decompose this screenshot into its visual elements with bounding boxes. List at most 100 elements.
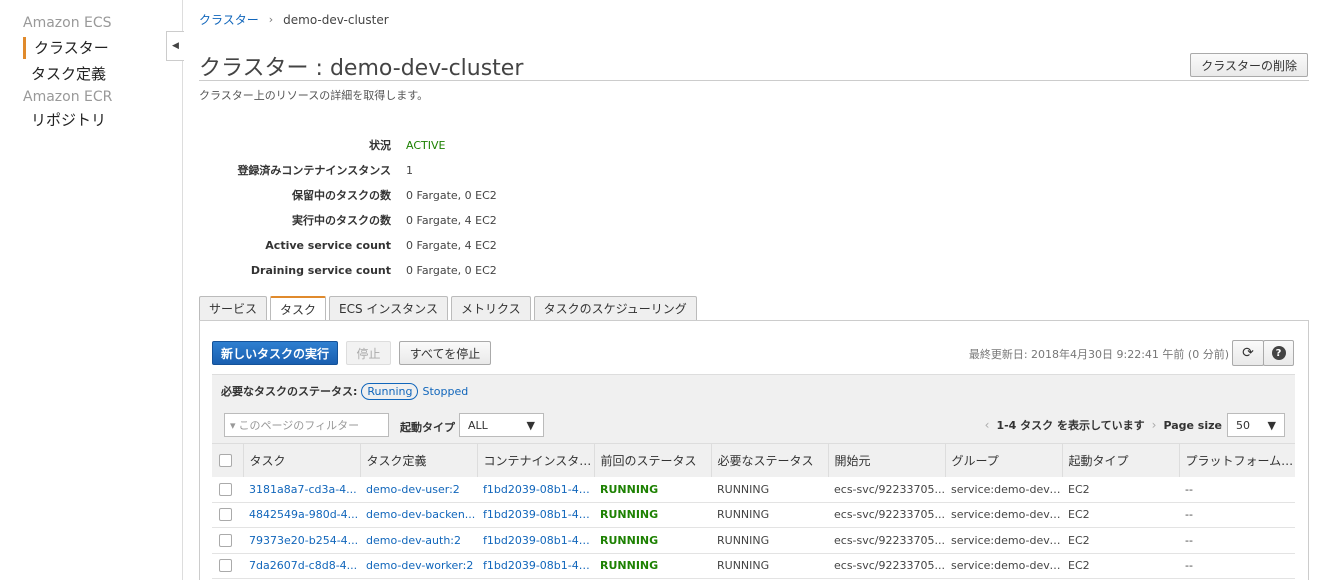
launch-type-cell: EC2: [1062, 527, 1179, 554]
tab-bar: サービス タスク ECS インスタンス メトリクス タスクのスケジューリング: [199, 296, 697, 321]
sidebar-item-clusters[interactable]: クラスター: [23, 37, 182, 59]
sidebar-group-ecr: Amazon ECR: [23, 89, 113, 105]
launch-type-select[interactable]: ALL ▼: [459, 413, 544, 437]
column-header-desired-status[interactable]: 必要なステータス: [710, 443, 828, 477]
last-status-cell: RUNNING: [594, 476, 711, 503]
detail-row-status: 状況 ACTIVE: [199, 137, 699, 153]
table-header-row: タスク タスク定義 コンテナインスタ… 前回のステータス 必要なステータス 開始…: [212, 443, 1295, 477]
desired-status-cell: RUNNING: [711, 502, 828, 528]
detail-value: 0 Fargate, 0 EC2: [406, 263, 497, 277]
sidebar-item-repositories[interactable]: リポジトリ: [0, 109, 182, 131]
row-checkbox[interactable]: [219, 508, 232, 522]
launch-type-label: 起動タイプ: [400, 421, 455, 434]
tab-tasks[interactable]: タスク: [270, 296, 327, 321]
stop-button[interactable]: 停止: [346, 341, 391, 365]
column-header-task-definition[interactable]: タスク定義: [359, 443, 477, 477]
container-instance-link[interactable]: f1bd2039-08b1-40...: [477, 502, 594, 528]
container-instance-link[interactable]: f1bd2039-08b1-40...: [477, 527, 594, 554]
select-all-cell: [212, 443, 243, 477]
task-id-link[interactable]: 4842549a-980d-4...: [243, 502, 360, 528]
tab-scheduled-tasks[interactable]: タスクのスケジューリング: [533, 296, 697, 320]
task-definition-link[interactable]: demo-dev-user:2: [360, 476, 477, 503]
tab-metrics[interactable]: メトリクス: [450, 296, 531, 320]
sidebar-collapse-button[interactable]: ◀: [166, 31, 184, 61]
title-divider: [199, 80, 1309, 81]
select-all-checkbox[interactable]: [219, 453, 232, 467]
status-stopped-filter[interactable]: Stopped: [422, 385, 468, 398]
next-page-icon[interactable]: ›: [1152, 418, 1157, 432]
desired-status-cell: RUNNING: [711, 527, 828, 554]
sidebar: Amazon ECS クラスター タスク定義 Amazon ECR リポジトリ …: [0, 0, 184, 580]
task-definition-link[interactable]: demo-dev-worker:2: [360, 553, 477, 579]
sidebar-item-task-definitions[interactable]: タスク定義: [0, 63, 182, 85]
detail-label: 登録済みコンテナインスタンス: [237, 164, 391, 177]
table-row: 4842549a-980d-4... demo-dev-backen... f1…: [212, 502, 1295, 528]
chevron-right-icon: ›: [268, 13, 274, 26]
desired-status-filter: 必要なタスクのステータス: Running Stopped: [212, 374, 1295, 407]
platform-version-cell: --: [1179, 502, 1295, 528]
detail-row-draining-services: Draining service count 0 Fargate, 0 EC2: [199, 262, 699, 278]
container-instance-link[interactable]: f1bd2039-08b1-40...: [477, 476, 594, 503]
started-by-cell: ecs-svc/92233705...: [828, 476, 945, 503]
showing-count: 1-4 タスク を表示しています: [996, 419, 1145, 432]
started-by-cell: ecs-svc/92233705...: [828, 527, 945, 554]
filter-input[interactable]: ▾ このページのフィルター: [224, 413, 389, 437]
breadcrumb-current: demo-dev-cluster: [283, 12, 389, 27]
task-id-link[interactable]: 3181a8a7-cd3a-4...: [243, 476, 360, 503]
column-header-platform-version[interactable]: プラットフォーム…: [1178, 443, 1295, 477]
column-header-last-status[interactable]: 前回のステータス: [593, 443, 711, 477]
group-cell: service:demo-dev-...: [945, 502, 1062, 528]
detail-row-running-tasks: 実行中のタスクの数 0 Fargate, 4 EC2: [199, 212, 699, 228]
page-title: クラスター : demo-dev-cluster: [199, 56, 524, 81]
stop-all-button[interactable]: すべてを停止: [399, 341, 491, 365]
detail-label: Active service count: [265, 238, 391, 252]
filter-bar: ▾ このページのフィルター 起動タイプ ALL ▼ ‹ 1-4 タスク を表示し…: [212, 407, 1295, 443]
tab-ecs-instances[interactable]: ECS インスタンス: [329, 296, 448, 320]
launch-type-value: ALL: [468, 418, 488, 432]
status-running-filter[interactable]: Running: [361, 382, 419, 400]
page-subtitle: クラスター上のリソースの詳細を取得します。: [199, 89, 429, 102]
task-definition-link[interactable]: demo-dev-auth:2: [360, 527, 477, 554]
chevron-left-icon: ◀: [172, 41, 179, 51]
status-value: ACTIVE: [406, 138, 446, 152]
task-definition-link[interactable]: demo-dev-backen...: [360, 502, 477, 528]
group-cell: service:demo-dev-...: [945, 476, 1062, 503]
last-status-cell: RUNNING: [594, 502, 711, 528]
row-select-cell: [212, 502, 243, 528]
detail-row-pending-tasks: 保留中のタスクの数 0 Fargate, 0 EC2: [199, 187, 699, 203]
row-select-cell: [212, 476, 243, 503]
refresh-icon: ⟳: [1242, 345, 1254, 361]
last-status-cell: RUNNING: [594, 553, 711, 579]
breadcrumb-clusters-link[interactable]: クラスター: [199, 11, 259, 28]
last-status-cell: RUNNING: [594, 527, 711, 554]
row-checkbox[interactable]: [219, 533, 232, 547]
row-checkbox[interactable]: [219, 559, 232, 573]
column-header-container-instance[interactable]: コンテナインスタ…: [476, 443, 594, 477]
task-id-link[interactable]: 7da2607d-c8d8-4...: [243, 553, 360, 579]
task-id-link[interactable]: 79373e20-b254-4...: [243, 527, 360, 554]
detail-value: 0 Fargate, 0 EC2: [406, 188, 497, 202]
table-row: 3181a8a7-cd3a-4... demo-dev-user:2 f1bd2…: [212, 476, 1295, 503]
detail-label: 実行中のタスクの数: [292, 214, 391, 227]
platform-version-cell: --: [1179, 553, 1295, 579]
tab-services[interactable]: サービス: [199, 296, 268, 320]
group-cell: service:demo-dev-...: [945, 527, 1062, 554]
prev-page-icon[interactable]: ‹: [985, 418, 990, 432]
tasks-table: タスク タスク定義 コンテナインスタ… 前回のステータス 必要なステータス 開始…: [212, 443, 1295, 579]
delete-cluster-button[interactable]: クラスターの削除: [1190, 53, 1308, 77]
launch-type-cell: EC2: [1062, 553, 1179, 579]
launch-type-cell: EC2: [1062, 502, 1179, 528]
detail-value: 1: [406, 163, 413, 177]
column-header-group[interactable]: グループ: [944, 443, 1062, 477]
row-checkbox[interactable]: [219, 482, 232, 496]
last-updated-text: 最終更新日: 2018年4月30日 9:22:41 午前 (0 分前): [968, 348, 1229, 361]
page-size-select[interactable]: 50 ▼: [1227, 413, 1285, 437]
column-header-started-by[interactable]: 開始元: [827, 443, 945, 477]
run-new-task-button[interactable]: 新しいタスクの実行: [212, 341, 338, 365]
help-button[interactable]: ?: [1263, 340, 1294, 366]
detail-label: 状況: [369, 139, 391, 152]
column-header-launch-type[interactable]: 起動タイプ: [1061, 443, 1179, 477]
refresh-button[interactable]: ⟳: [1232, 340, 1264, 366]
column-header-task[interactable]: タスク: [242, 443, 360, 477]
container-instance-link[interactable]: f1bd2039-08b1-40...: [477, 553, 594, 579]
